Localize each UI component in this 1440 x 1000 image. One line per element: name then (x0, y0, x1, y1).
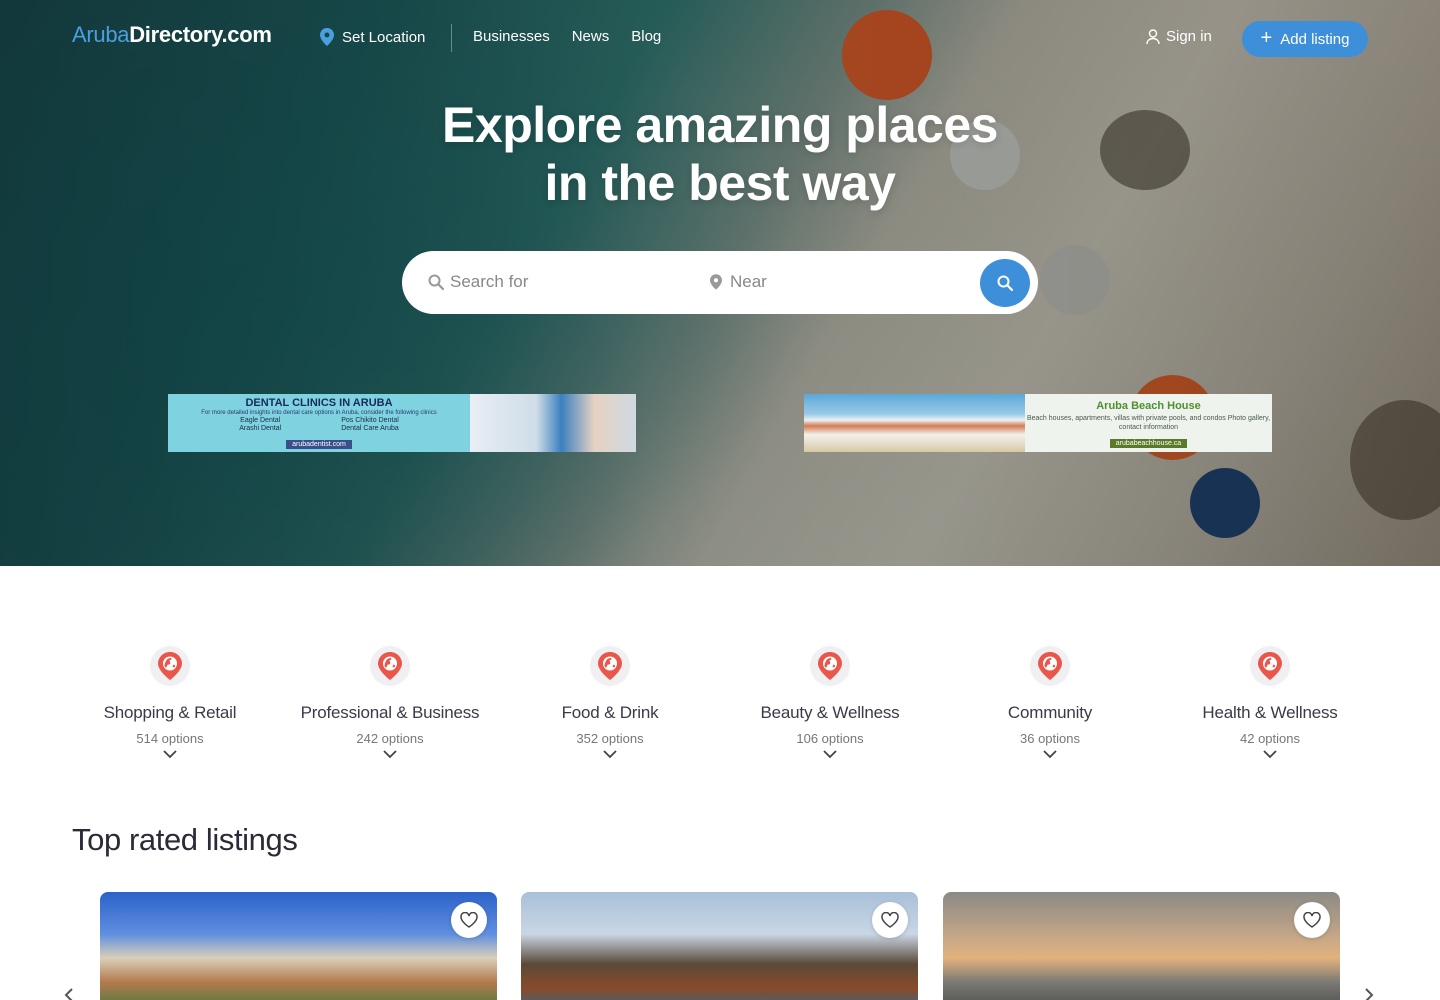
globe-pin-icon (150, 646, 190, 686)
heart-icon (1303, 912, 1321, 928)
listing-card[interactable] (943, 892, 1340, 1000)
globe-pin-icon (590, 646, 630, 686)
heart-icon (460, 912, 478, 928)
category-beauty-wellness[interactable]: Beauty & Wellness 106 options (720, 646, 940, 764)
category-community[interactable]: Community 36 options (940, 646, 1160, 764)
site-logo[interactable]: ArubaDirectory.com (72, 22, 272, 48)
top-nav: ArubaDirectory.com Set Location Business… (0, 0, 1440, 76)
chevron-down-icon (823, 750, 837, 759)
globe-pin-icon (1030, 646, 1070, 686)
chevron-down-icon (1043, 750, 1057, 759)
dentist-photo (470, 394, 636, 452)
globe-pin-icon (1250, 646, 1290, 686)
chevron-down-icon (603, 750, 617, 759)
chevron-down-icon (1263, 750, 1277, 759)
category-shopping-retail[interactable]: Shopping & Retail 514 options (60, 646, 280, 764)
user-icon (1146, 28, 1160, 44)
search-bar: Search for Near (402, 251, 1038, 314)
heart-icon (881, 912, 899, 928)
nav-link-news[interactable]: News (572, 28, 610, 45)
listing-card[interactable] (521, 892, 918, 1000)
nav-link-businesses[interactable]: Businesses (473, 28, 550, 45)
nav-divider (451, 24, 452, 52)
section-title: Top rated listings (72, 822, 298, 857)
category-list: Shopping & Retail 514 options Profession… (60, 646, 1380, 766)
globe-pin-icon (810, 646, 850, 686)
hero-section: ArubaDirectory.com Set Location Business… (0, 0, 1440, 566)
favorite-button[interactable] (451, 902, 487, 938)
near-input[interactable]: Near (710, 272, 767, 292)
chevron-right-icon[interactable] (1362, 988, 1376, 1000)
favorite-button[interactable] (872, 902, 908, 938)
category-professional-business[interactable]: Professional & Business 242 options (280, 646, 500, 764)
chevron-left-icon[interactable] (62, 988, 76, 1000)
search-input[interactable]: Search for (428, 272, 528, 292)
location-pin-icon (320, 28, 334, 46)
sign-in-link[interactable]: Sign in (1146, 28, 1212, 45)
category-health-wellness[interactable]: Health & Wellness 42 options (1160, 646, 1380, 764)
add-listing-button[interactable]: + Add listing (1242, 21, 1368, 57)
globe-pin-icon (370, 646, 410, 686)
chevron-down-icon (163, 750, 177, 759)
nav-link-blog[interactable]: Blog (631, 28, 661, 45)
ad-banner-dental[interactable]: DENTAL CLINICS IN ARUBA For more detaile… (168, 394, 636, 452)
set-location-button[interactable]: Set Location (320, 28, 425, 46)
plus-icon: + (1260, 27, 1273, 49)
search-icon (997, 275, 1013, 291)
hero-headline: Explore amazing places in the best way (442, 97, 998, 211)
location-pin-icon (710, 274, 722, 290)
search-submit-button[interactable] (980, 259, 1030, 307)
ad-banner-beach-house[interactable]: Aruba Beach House Beach houses, apartmen… (804, 394, 1272, 452)
favorite-button[interactable] (1294, 902, 1330, 938)
category-food-drink[interactable]: Food & Drink 352 options (500, 646, 720, 764)
chevron-down-icon (383, 750, 397, 759)
beach-house-photo (804, 394, 1025, 452)
listing-card[interactable] (100, 892, 497, 1000)
search-icon (428, 274, 444, 290)
